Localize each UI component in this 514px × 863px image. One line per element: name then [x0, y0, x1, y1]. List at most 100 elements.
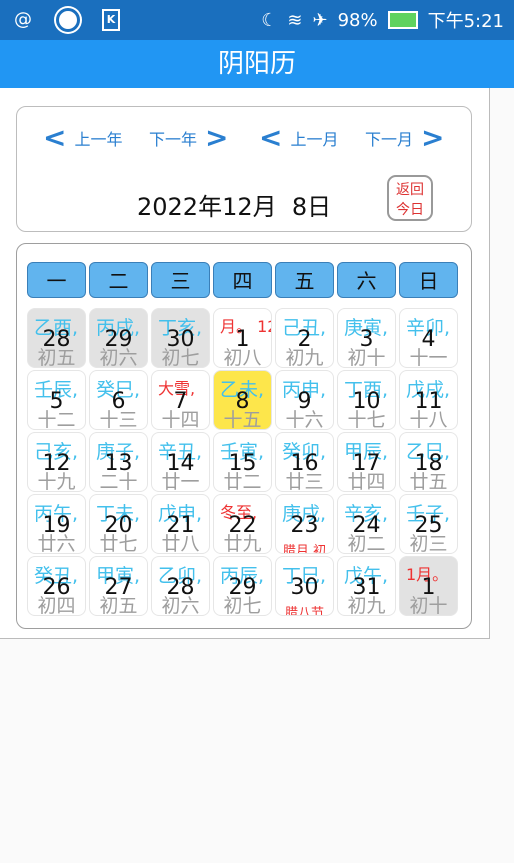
day-cell[interactable]: 辛丑, 14 廿一 — [151, 432, 210, 492]
lunar-day: 初七 — [223, 595, 262, 616]
day-cell[interactable]: 冬至, 22 廿九 — [213, 494, 272, 554]
lunar-day: 廿二 — [223, 471, 262, 492]
day-cell[interactable]: 癸巳, 6 十三 — [89, 370, 148, 430]
day-cell[interactable]: 癸丑, 26 初四 — [27, 556, 86, 616]
lunar-day: 二十 — [99, 471, 138, 492]
festival-label: 腊八节 — [284, 606, 324, 616]
day-cell[interactable]: 庚子, 13 二十 — [89, 432, 148, 492]
circle-app-icon — [56, 8, 80, 32]
calendar-grid: 乙酉, 28 初五 丙戌, 29 初六 丁亥, 30 初七 月。 12 1 初八 己丑, 2 初九 庚寅, 3 初… — [27, 308, 458, 616]
day-cell[interactable]: 庚寅, 3 初十 — [337, 308, 396, 368]
day-cell[interactable]: 壬子, 25 初三 — [399, 494, 458, 554]
lunar-day: 十三 — [99, 409, 138, 430]
day-cell[interactable]: 辛卯, 4 十一 — [399, 308, 458, 368]
day-cell[interactable]: 丙申, 9 十六 — [275, 370, 334, 430]
lunar-day: 十六 — [285, 409, 324, 430]
lunar-day: 初五 — [99, 595, 138, 616]
lunar-day: 初九 — [285, 347, 324, 368]
prev-month-button[interactable]: < 上一月 — [259, 121, 339, 154]
day-cell[interactable]: 戊午, 31 初九 — [337, 556, 396, 616]
day-cell[interactable]: 大雪, 7 十四 — [151, 370, 210, 430]
app-title: 阴阳历 — [217, 49, 296, 79]
day-cell[interactable]: 壬寅, 15 廿二 — [213, 432, 272, 492]
lunar-day: 初十 — [347, 347, 386, 368]
day-cell[interactable]: 丙午, 19 廿六 — [27, 494, 86, 554]
app-title-bar: 阴阳历 — [0, 40, 514, 88]
lunar-day: 初六 — [99, 347, 138, 368]
prev-year-button[interactable]: < 上一年 — [43, 121, 122, 154]
lunar-day: 廿八 — [161, 533, 200, 554]
day-cell[interactable]: 甲寅, 27 初五 — [89, 556, 148, 616]
lunar-day: 初二 — [347, 533, 386, 554]
day-cell[interactable]: 1月。 1 初十 — [399, 556, 458, 616]
k-app-icon: K — [102, 9, 120, 31]
next-year-button[interactable]: 下一年 > — [149, 121, 229, 154]
day-cell[interactable]: 甲辰, 17 廿四 — [337, 432, 396, 492]
day-cell[interactable]: 己丑, 2 初九 — [275, 308, 334, 368]
weekday-label: 一 — [27, 262, 86, 298]
chevron-right-icon: > — [205, 121, 229, 154]
spiral-app-icon: @ — [14, 9, 32, 30]
lunar-day: 廿九 — [223, 533, 262, 554]
day-cell[interactable]: 辛亥, 24 初二 — [337, 494, 396, 554]
return-today-button[interactable]: 返回 今日 — [387, 175, 433, 221]
day-number: 23 — [290, 513, 319, 538]
prev-month-label: 上一月 — [290, 130, 339, 149]
next-month-button[interactable]: 下一月 > — [365, 121, 445, 154]
lunar-day: 初三 — [409, 533, 448, 554]
day-cell[interactable]: 癸卯, 16 廿三 — [275, 432, 334, 492]
day-cell[interactable]: 乙酉, 28 初五 — [27, 308, 86, 368]
day-number: 30 — [290, 575, 319, 600]
date-nav-box: < 上一年 下一年 > < 上一月 下一月 > 2022年12月 8日 返回 今… — [16, 106, 472, 232]
airplane-mode-icon: ✈ — [312, 9, 328, 31]
lunar-day: 廿六 — [37, 533, 76, 554]
status-bar: @ K ☾ ≋ ✈ 98% 下午5:21 — [0, 0, 514, 40]
lunar-day: 初九 — [347, 595, 386, 616]
lunar-day: 初七 — [161, 347, 200, 368]
lunar-day: 初八 — [223, 347, 262, 368]
weekday-label: 三 — [151, 262, 210, 298]
day-cell[interactable]: 戊戌, 11 十八 — [399, 370, 458, 430]
day-cell[interactable]: 壬辰, 5 十二 — [27, 370, 86, 430]
calendar-box: 一二三四五六日 乙酉, 28 初五 丙戌, 29 初六 丁亥, 30 初七 月。 12 1 初八 己丑,… — [16, 243, 472, 629]
weekday-label: 六 — [337, 262, 396, 298]
lunar-day: 廿七 — [99, 533, 138, 554]
weekday-label: 五 — [275, 262, 334, 298]
day-cell[interactable]: 月。 12 1 初八 — [213, 308, 272, 368]
wifi-icon: ≋ — [287, 9, 303, 31]
lunar-day: 十四 — [161, 409, 200, 430]
current-date-title: 2022年12月 8日 — [137, 193, 332, 221]
day-cell[interactable]: 丁未, 20 廿七 — [89, 494, 148, 554]
day-cell[interactable]: 乙巳, 18 廿五 — [399, 432, 458, 492]
weekday-header: 一二三四五六日 — [27, 262, 461, 298]
battery-icon — [387, 11, 418, 29]
weekday-label: 日 — [399, 262, 458, 298]
lunar-day: 廿四 — [347, 471, 386, 492]
next-year-label: 下一年 — [149, 130, 198, 149]
lunar-day: 十二 — [37, 409, 76, 430]
festival-label: 腊月,初 — [282, 544, 327, 554]
lunar-day: 十五 — [223, 409, 262, 430]
day-cell[interactable]: 戊申, 21 廿八 — [151, 494, 210, 554]
day-cell[interactable]: 丙戌, 29 初六 — [89, 308, 148, 368]
weekday-label: 四 — [213, 262, 272, 298]
day-cell[interactable]: 己亥, 12 十九 — [27, 432, 86, 492]
lunar-day: 初六 — [161, 595, 200, 616]
chevron-left-icon: < — [43, 121, 67, 154]
chevron-left-icon: < — [259, 121, 283, 154]
clock: 下午5:21 — [427, 11, 504, 32]
lunar-day: 廿一 — [161, 471, 200, 492]
chevron-right-icon: > — [421, 121, 445, 154]
day-cell[interactable]: 庚戌, 23 腊月,初 — [275, 494, 334, 554]
lunar-day: 廿三 — [285, 471, 324, 492]
lunar-day: 初四 — [37, 595, 76, 616]
day-cell[interactable]: 丙辰, 29 初七 — [213, 556, 272, 616]
next-month-label: 下一月 — [365, 130, 414, 149]
lunar-day: 廿五 — [409, 471, 448, 492]
day-cell[interactable]: 乙未, 8 十五 — [213, 370, 272, 430]
day-cell[interactable]: 丁巳, 30 腊八节 — [275, 556, 334, 616]
day-cell[interactable]: 乙卯, 28 初六 — [151, 556, 210, 616]
day-cell[interactable]: 丁亥, 30 初七 — [151, 308, 210, 368]
day-cell[interactable]: 丁酉, 10 十七 — [337, 370, 396, 430]
return-today-label-2: 今日 — [396, 202, 424, 218]
